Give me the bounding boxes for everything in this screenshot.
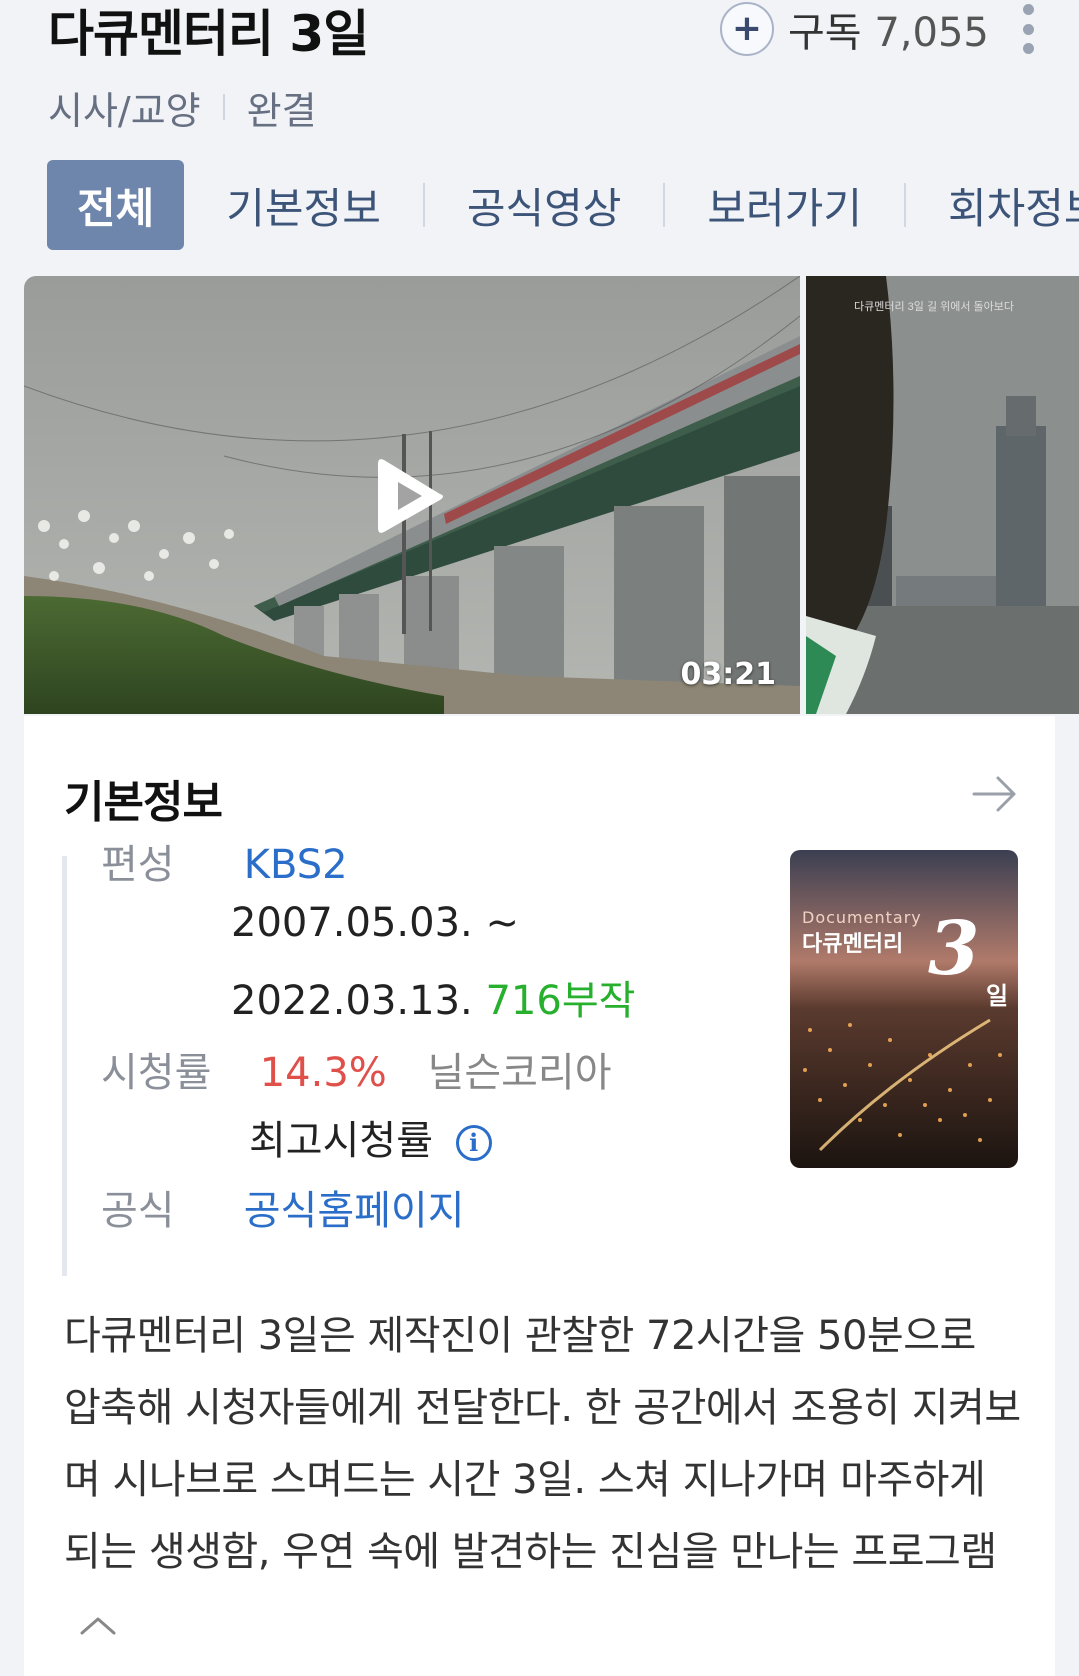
tab-official-video[interactable]: 공식영상: [425, 160, 664, 250]
section-title: 기본정보: [64, 777, 223, 828]
rating-source: 닐슨코리아: [427, 1050, 612, 1096]
broadcast-label: 편성: [101, 842, 175, 888]
episode-count: 716부작: [485, 978, 636, 1024]
official-row: 공식 공식홈페이지: [101, 1178, 465, 1236]
rating-note-row: 최고시청률 i: [249, 1108, 492, 1166]
video-thumbnail-second[interactable]: 다큐멘터리 3일 길 위에서 돌아보다: [806, 276, 1079, 714]
plus-icon: +: [720, 2, 774, 56]
more-vertical-icon[interactable]: [1018, 4, 1038, 54]
video-carousel: 03:21 다큐멘터리 3일 길 위에서 돌아보다: [24, 276, 1079, 716]
rating-label: 시청률: [101, 1050, 212, 1096]
broadcast-link[interactable]: KBS2: [244, 842, 348, 888]
poster-title-en: Documentary: [802, 908, 922, 927]
official-homepage-link[interactable]: 공식홈페이지: [244, 1188, 465, 1234]
video-thumbnail-main[interactable]: 03:21: [24, 276, 800, 714]
program-title: 다큐멘터리 3일: [48, 5, 369, 63]
period-start: 2007.05.03. ~: [231, 900, 519, 946]
period-start-text: 2007.05.03. ~: [231, 900, 519, 946]
subscribe-text: 구독 7,055: [788, 0, 989, 58]
program-header: 다큐멘터리 3일 + 구독 7,055 시사/교양 완결: [0, 0, 1079, 150]
tab-episodes[interactable]: 회차정보: [906, 160, 1079, 250]
basic-info-card: 기본정보 편성 KBS2 2007.05.03. ~ 2022.03.13. 7…: [24, 716, 1055, 1676]
tab-watch[interactable]: 보러가기: [665, 160, 904, 250]
broadcast-row: 편성 KBS2: [101, 832, 348, 890]
poster-title-ko: 다큐멘터리: [802, 932, 904, 957]
play-icon[interactable]: [376, 456, 446, 536]
subscribe-count: 7,055: [874, 10, 989, 56]
tab-all[interactable]: 전체: [47, 160, 185, 250]
period-end-row: 2022.03.13. 716부작: [231, 968, 635, 1026]
tab-basic-info[interactable]: 기본정보: [184, 160, 423, 250]
program-poster[interactable]: Documentary 다큐멘터리 3 일: [790, 850, 1018, 1168]
rating-value: 14.3%: [259, 1050, 387, 1096]
tab-bar: 전체 기본정보 공식영상 보러가기 회차정보: [47, 160, 1079, 250]
second-thumb-caption: 다큐멘터리 3일 길 위에서 돌아보다: [854, 299, 1014, 313]
rating-note: 최고시청률: [249, 1118, 433, 1164]
status-text: 완결: [246, 88, 317, 133]
info-list: 편성 KBS2 2007.05.03. ~ 2022.03.13. 716부작 …: [62, 842, 742, 1276]
info-icon[interactable]: i: [455, 1125, 492, 1161]
meta-divider: [222, 94, 225, 120]
official-label: 공식: [101, 1188, 175, 1234]
rating-row: 시청률 14.3% 닐슨코리아: [101, 1040, 612, 1098]
subscribe-label: 구독: [788, 10, 862, 56]
genre-text: 시사/교양: [48, 88, 201, 133]
description-text: 다큐멘터리 3일은 제작진이 관찰한 72시간을 50분으로 압축해 시청자들에…: [64, 1313, 1021, 1575]
poster-title-day: 일: [986, 982, 1009, 1010]
subscribe-button[interactable]: + 구독 7,055: [720, 0, 989, 58]
period-end-text: 2022.03.13.: [231, 978, 473, 1024]
poster-title-number: 3: [928, 906, 980, 992]
chevron-up-icon[interactable]: [78, 1615, 118, 1637]
program-description: 다큐멘터리 3일은 제작진이 관찰한 72시간을 50분으로 압축해 시청자들에…: [64, 1300, 1024, 1660]
program-meta: 시사/교양 완결: [48, 82, 317, 133]
video-duration: 03:21: [680, 657, 777, 692]
poster-image: [790, 850, 1018, 1168]
city-view-image: 다큐멘터리 3일 길 위에서 돌아보다: [806, 276, 1079, 714]
arrow-right-icon[interactable]: [970, 774, 1020, 814]
